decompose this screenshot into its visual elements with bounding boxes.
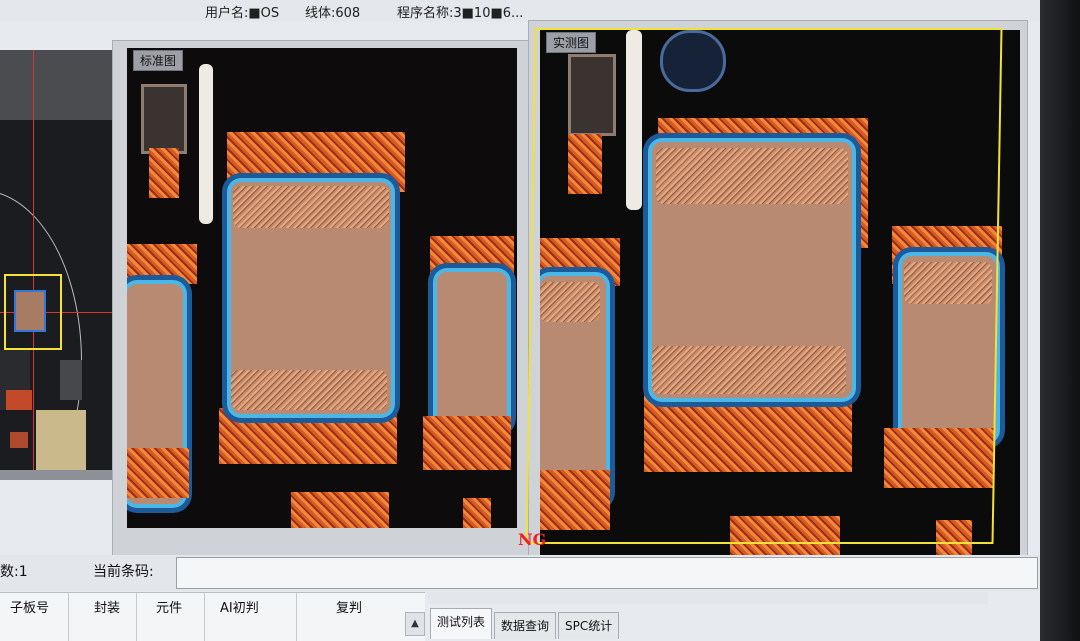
header-bar: 用户名:■OS 线体:608 程序名称:3■10■6... bbox=[0, 0, 1040, 22]
tab-data-query[interactable]: 数据查询 bbox=[494, 612, 557, 639]
trace-highlight bbox=[199, 64, 213, 224]
overview-part bbox=[6, 390, 32, 410]
barcode-row: 数:1 当前条码: bbox=[0, 555, 1040, 591]
column-divider bbox=[136, 593, 137, 641]
tab-strip-background bbox=[428, 592, 988, 604]
column-header-component[interactable]: 元件 bbox=[156, 597, 182, 616]
column-header-subboard[interactable]: 子板号 bbox=[10, 597, 49, 616]
overview-part bbox=[60, 360, 82, 400]
capacitor-terminal-bottom bbox=[231, 370, 387, 410]
tab-test-list[interactable]: 测试列表 bbox=[430, 608, 493, 639]
overview-selection-box[interactable] bbox=[4, 274, 62, 350]
column-header-package[interactable]: 封装 bbox=[94, 597, 120, 616]
line-text: 线体:608 bbox=[305, 6, 361, 21]
table-scroll-up-button[interactable]: ▲ bbox=[405, 612, 425, 636]
column-header-review[interactable]: 复判 bbox=[336, 597, 362, 616]
actual-image-label: 实测图 bbox=[546, 32, 597, 53]
solder-pad bbox=[463, 498, 491, 528]
solder-pad bbox=[149, 148, 179, 198]
column-divider bbox=[296, 593, 297, 641]
column-divider bbox=[204, 593, 205, 641]
column-divider bbox=[68, 593, 69, 641]
board-overview-panel[interactable] bbox=[0, 50, 118, 480]
standard-image-view[interactable]: 标准图 bbox=[127, 48, 517, 528]
tab-spc-stats[interactable]: SPC统计 bbox=[558, 612, 620, 639]
overview-part bbox=[36, 410, 86, 470]
capacitor-body-right bbox=[437, 272, 507, 428]
overview-top-area bbox=[0, 50, 118, 120]
inspection-roi-box[interactable] bbox=[525, 28, 1003, 544]
result-table[interactable]: 子板号 封装 元件 AI初判 复判 bbox=[0, 592, 425, 641]
barcode-label: 当前条码: bbox=[93, 564, 154, 580]
user-name-text: 用户名:■OS bbox=[205, 6, 280, 21]
standard-image-label: 标准图 bbox=[133, 50, 184, 71]
solder-pad bbox=[127, 448, 189, 498]
count-label: 数:1 bbox=[0, 564, 28, 580]
solder-pad bbox=[423, 416, 511, 470]
overview-bottom-area bbox=[0, 470, 118, 480]
ng-result-mark: NG bbox=[518, 530, 547, 549]
capacitor-terminal-top bbox=[233, 186, 389, 228]
barcode-input[interactable] bbox=[176, 557, 1038, 589]
solder-pad bbox=[127, 244, 197, 284]
solder-pad-bottom bbox=[219, 408, 397, 464]
monitor-bezel bbox=[1040, 0, 1080, 641]
solder-pad bbox=[291, 492, 389, 528]
aoi-inspection-screen: 用户名:■OS 线体:608 程序名称:3■10■6... 标准图 实测图 NG… bbox=[0, 0, 1040, 641]
column-header-ai-judgement[interactable]: AI初判 bbox=[220, 597, 259, 616]
component-small bbox=[141, 84, 187, 154]
program-name-text: 程序名称:3■10■6... bbox=[397, 6, 524, 21]
crosshair-vertical bbox=[33, 50, 34, 480]
overview-part bbox=[10, 432, 28, 448]
